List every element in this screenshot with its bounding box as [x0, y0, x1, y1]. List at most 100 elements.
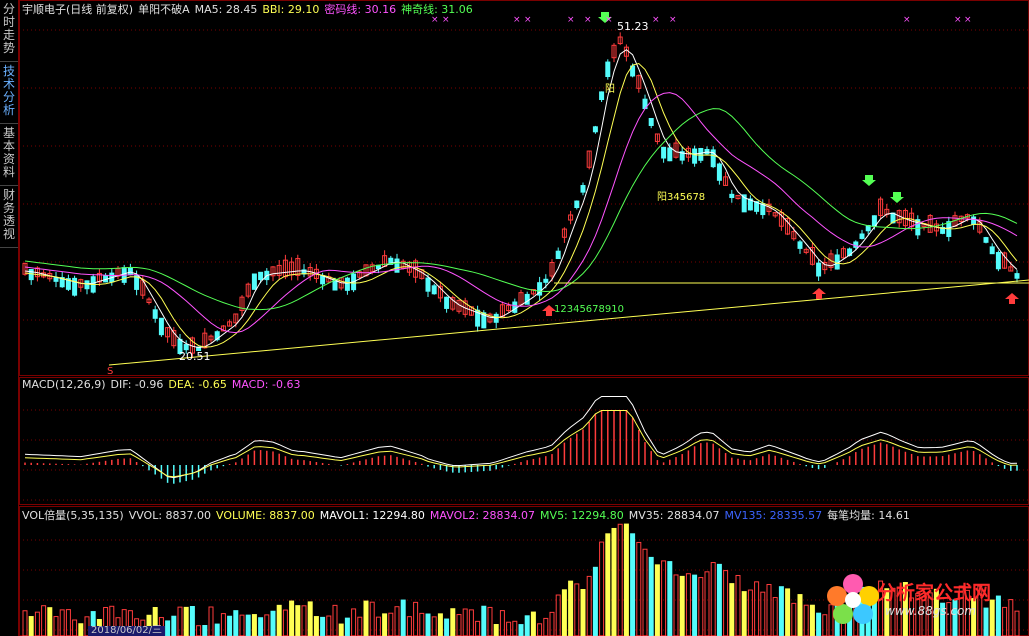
main-header: 宇顺电子(日线 前复权) 单阳不破A MA5: 28.45 BBI: 29.10 密码线… [22, 1, 478, 17]
volume-bar [648, 556, 654, 636]
candle-body [983, 237, 989, 243]
tab-finance[interactable]: 财务透视 [0, 186, 18, 248]
bbi-value: BBI: 29.10 [262, 3, 320, 16]
cross-mark-icon: × [964, 15, 972, 25]
volume-bar [251, 614, 257, 636]
volume-bar [716, 563, 722, 636]
ma5-value: MA5: 28.45 [194, 3, 258, 16]
candle-body [425, 277, 431, 292]
candle-body [127, 267, 133, 276]
vvol-value: VVOL: 8837.00 [128, 509, 212, 522]
candle-body [667, 147, 673, 162]
volume-bar [636, 541, 642, 636]
candle-body [444, 296, 450, 309]
volume-bar [363, 600, 369, 636]
sell-mark: S [107, 366, 113, 377]
candle-body [580, 185, 586, 193]
volume-bar [419, 612, 425, 636]
volume-bar [214, 623, 220, 636]
volume-bar [444, 618, 450, 636]
candle-body [989, 246, 995, 255]
volume-bar [53, 616, 59, 636]
candle-body [692, 148, 698, 164]
count-mark: 阳345678 [657, 191, 705, 203]
volume-bar [530, 611, 536, 636]
macd-value: MACD: -0.63 [231, 378, 301, 391]
volume-bar [320, 616, 326, 636]
mv135-value: MV135: 28335.57 [724, 509, 823, 522]
tab-label: 技术分析 [2, 64, 15, 117]
volume-bar [654, 564, 660, 636]
volume-bar [344, 617, 350, 636]
volume-bar [809, 604, 815, 636]
volume-bar [165, 620, 171, 636]
volume-bar [307, 601, 313, 636]
volume-bar [270, 610, 276, 636]
candle-body [320, 275, 326, 285]
volume-bar [47, 607, 53, 636]
volume-bar [741, 591, 747, 636]
volume-bar [28, 616, 34, 636]
candle-body [859, 233, 865, 239]
volume-bar [65, 609, 71, 636]
candle-body [158, 317, 164, 336]
mavol1-value: MAVOL1: 12294.80 [319, 509, 425, 522]
volume-bar [295, 605, 301, 636]
volume-bar [375, 616, 381, 636]
panel-border [19, 0, 1029, 376]
candle-body [431, 285, 437, 295]
candle-body [995, 252, 1001, 270]
volume-bar [388, 612, 394, 636]
site-logo: 分析家公式网 www.88gs.com [825, 570, 1025, 630]
volume-value: VOLUME: 8837.00 [216, 509, 315, 522]
volume-bar [512, 620, 518, 636]
sidebar: 分时走势 技术分析 基本资料 财务透视 [0, 0, 19, 636]
candle-body [344, 277, 350, 291]
volume-bar [258, 617, 264, 636]
volume-bar [382, 613, 388, 636]
volume-bar [400, 599, 406, 636]
volume-bar [301, 605, 307, 636]
volume-bar [791, 602, 797, 636]
kline-chart[interactable]: 51.2320.51S阳阳34567812345678910× × × × × × × × × ×… [19, 0, 1029, 636]
cross-mark-icon: × [652, 15, 660, 25]
volume-bar [313, 616, 319, 636]
down-arrow-icon [862, 175, 876, 186]
candle-body [816, 262, 822, 277]
volume-bar [487, 606, 493, 636]
tab-time-sharing[interactable]: 分时走势 [0, 0, 18, 62]
candle-body [512, 301, 518, 313]
volume-bar [549, 611, 555, 636]
volume-bar [580, 589, 586, 636]
volume-bar [171, 615, 177, 636]
stock-name: 宇顺电子(日线 前复权) [22, 3, 134, 16]
volume-bar [394, 606, 400, 636]
volume-bar [797, 594, 803, 636]
volume-bar [437, 613, 443, 636]
cross-mark-icon: × [605, 15, 613, 25]
volume-bar [493, 624, 499, 636]
volume-bar [723, 570, 729, 636]
volume-bar [481, 605, 487, 636]
volume-bar [642, 548, 648, 636]
tab-basic-info[interactable]: 基本资料 [0, 124, 18, 186]
volume-bar [326, 615, 332, 636]
up-arrow-icon [1005, 293, 1019, 304]
volume-bar [785, 588, 791, 636]
volume-bar [202, 625, 208, 636]
candle-body [53, 277, 59, 282]
tab-technical[interactable]: 技术分析 [0, 62, 18, 124]
logo-url: www.88gs.com [885, 604, 977, 618]
volume-bar [220, 613, 226, 636]
shenqi-value: 神奇线: 31.06 [401, 3, 473, 16]
candle-body [605, 61, 611, 78]
volume-bar [568, 580, 574, 636]
candle-body [971, 216, 977, 225]
volume-bar [611, 527, 617, 636]
macd-header: MACD(12,26,9) DIF: -0.96 DEA: -0.65 MACD: -… [22, 378, 305, 391]
volume-bar [462, 608, 468, 636]
volume-bar [524, 615, 530, 636]
candle-body [698, 147, 704, 161]
cross-mark-icon: × [524, 15, 532, 25]
macd-panel [24, 396, 1018, 484]
